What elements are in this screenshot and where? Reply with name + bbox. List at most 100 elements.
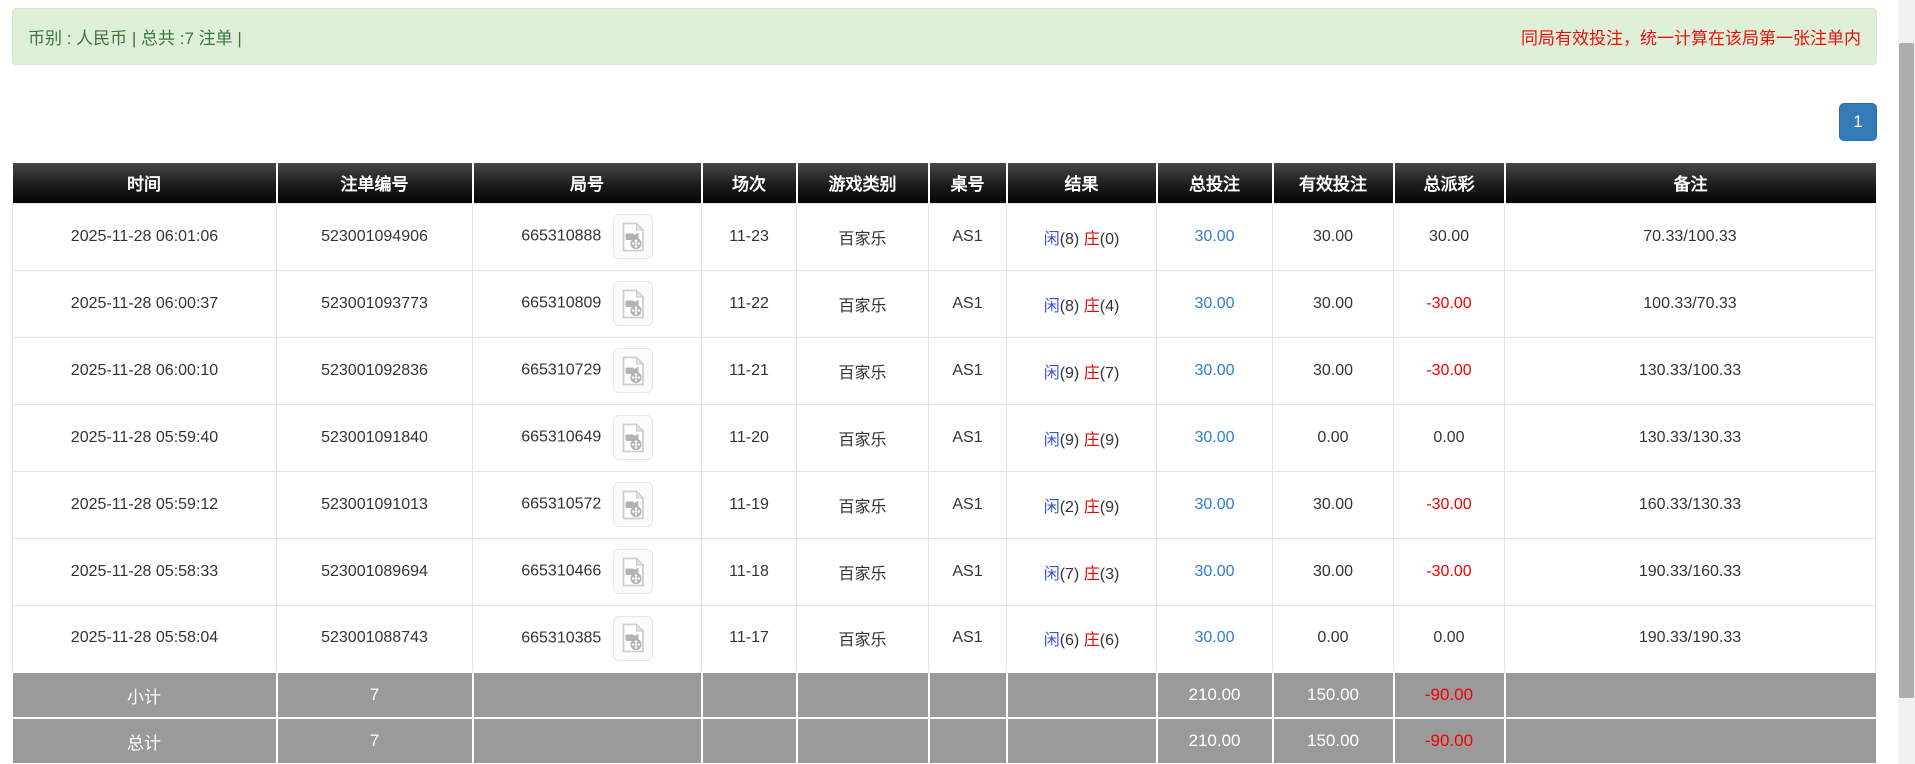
- pagination: 1: [12, 103, 1877, 143]
- cell-total-bet[interactable]: 30.00: [1157, 471, 1273, 538]
- header-total-bet: 总投注: [1157, 163, 1273, 203]
- total-payout: -90.00: [1394, 718, 1505, 764]
- subtotal-payout: -90.00: [1394, 672, 1505, 718]
- video-file-icon: [620, 490, 646, 520]
- banker-label: 庄: [1084, 499, 1100, 516]
- cell-valid-bet: 30.00: [1273, 203, 1394, 270]
- page-1-button[interactable]: 1: [1839, 103, 1877, 141]
- cell-bet-id: 523001091013: [277, 471, 473, 538]
- player-label: 闲: [1044, 632, 1060, 649]
- main-content: 币别 : 人民币 | 总共 :7 注单 | 同局有效投注，统一计算在该局第一张注…: [12, 0, 1877, 764]
- banker-score: (0): [1100, 231, 1120, 248]
- table-row: 2025-11-28 06:00:10 523001092836 6653107…: [13, 337, 1876, 404]
- video-replay-button[interactable]: [613, 482, 653, 527]
- cell-bet-id: 523001089694: [277, 538, 473, 605]
- header-table-no: 桌号: [929, 163, 1007, 203]
- cell-total-bet[interactable]: 30.00: [1157, 337, 1273, 404]
- page-scrollbar-thumb[interactable]: [1899, 43, 1914, 698]
- cell-remark: 130.33/100.33: [1505, 337, 1876, 404]
- cell-bet-id: 523001091840: [277, 404, 473, 471]
- cell-time: 2025-11-28 06:00:37: [13, 270, 277, 337]
- cell-payout: -30.00: [1394, 337, 1505, 404]
- cell-table-no: AS1: [929, 605, 1007, 672]
- cell-time: 2025-11-28 06:00:10: [13, 337, 277, 404]
- total-empty-cell: [1007, 718, 1157, 764]
- video-file-icon: [620, 423, 646, 453]
- subtotal-empty-cell: [473, 672, 702, 718]
- subtotal-empty-cell: [929, 672, 1007, 718]
- cell-remark: 100.33/70.33: [1505, 270, 1876, 337]
- banker-label: 庄: [1084, 298, 1100, 315]
- banker-score: (9): [1100, 432, 1120, 449]
- cell-game-type: 百家乐: [797, 538, 929, 605]
- video-replay-button[interactable]: [613, 415, 653, 460]
- video-file-icon: [620, 557, 646, 587]
- subtotal-remark: [1505, 672, 1876, 718]
- cell-result: 闲(7) 庄(3): [1007, 538, 1157, 605]
- cell-result: 闲(8) 庄(0): [1007, 203, 1157, 270]
- cell-round-id: 665310888: [473, 203, 702, 270]
- subtotal-count: 7: [277, 672, 473, 718]
- page-scrollbar-track[interactable]: [1898, 0, 1915, 764]
- subtotal-empty-cell: [797, 672, 929, 718]
- cell-total-bet[interactable]: 30.00: [1157, 404, 1273, 471]
- table-row: 2025-11-28 05:58:33 523001089694 6653104…: [13, 538, 1876, 605]
- banker-label: 庄: [1084, 632, 1100, 649]
- cell-total-bet[interactable]: 30.00: [1157, 270, 1273, 337]
- summary-bar: 币别 : 人民币 | 总共 :7 注单 | 同局有效投注，统一计算在该局第一张注…: [12, 8, 1877, 65]
- header-time: 时间: [13, 163, 277, 203]
- cell-session: 11-18: [702, 538, 797, 605]
- player-score: (2): [1060, 499, 1080, 516]
- cell-valid-bet: 30.00: [1273, 337, 1394, 404]
- cell-payout: -30.00: [1394, 270, 1505, 337]
- video-replay-button[interactable]: [613, 549, 653, 594]
- cell-session: 11-22: [702, 270, 797, 337]
- player-score: (8): [1060, 298, 1080, 315]
- banker-label: 庄: [1084, 365, 1100, 382]
- video-replay-button[interactable]: [613, 281, 653, 326]
- cell-bet-id: 523001088743: [277, 605, 473, 672]
- video-replay-button[interactable]: [613, 616, 653, 661]
- cell-result: 闲(8) 庄(4): [1007, 270, 1157, 337]
- total-label: 总计: [13, 718, 277, 764]
- cell-time: 2025-11-28 05:58:04: [13, 605, 277, 672]
- total-valid-bet: 150.00: [1273, 718, 1394, 764]
- round-number: 665310888: [521, 228, 601, 245]
- cell-result: 闲(9) 庄(9): [1007, 404, 1157, 471]
- cell-session: 11-19: [702, 471, 797, 538]
- cell-time: 2025-11-28 05:59:12: [13, 471, 277, 538]
- video-file-icon: [620, 222, 646, 252]
- cell-payout: 0.00: [1394, 404, 1505, 471]
- subtotal-row: 小计 7 210.00 150.00 -90.00: [13, 672, 1876, 718]
- banker-score: (3): [1100, 566, 1120, 583]
- round-number: 665310466: [521, 563, 601, 580]
- cell-game-type: 百家乐: [797, 404, 929, 471]
- player-label: 闲: [1044, 298, 1060, 315]
- cell-remark: 190.33/190.33: [1505, 605, 1876, 672]
- cell-game-type: 百家乐: [797, 605, 929, 672]
- cell-valid-bet: 30.00: [1273, 471, 1394, 538]
- banker-score: (9): [1100, 499, 1120, 516]
- total-total-bet: 210.00: [1157, 718, 1273, 764]
- cell-time: 2025-11-28 06:01:06: [13, 203, 277, 270]
- total-empty-cell: [702, 718, 797, 764]
- table-row: 2025-11-28 05:59:40 523001091840 6653106…: [13, 404, 1876, 471]
- video-replay-button[interactable]: [613, 214, 653, 259]
- total-empty-cell: [473, 718, 702, 764]
- subtotal-label: 小计: [13, 672, 277, 718]
- cell-remark: 130.33/130.33: [1505, 404, 1876, 471]
- cell-total-bet[interactable]: 30.00: [1157, 538, 1273, 605]
- cell-table-no: AS1: [929, 203, 1007, 270]
- video-replay-button[interactable]: [613, 348, 653, 393]
- cell-total-bet[interactable]: 30.00: [1157, 203, 1273, 270]
- cell-payout: -30.00: [1394, 538, 1505, 605]
- cell-remark: 190.33/160.33: [1505, 538, 1876, 605]
- header-remark: 备注: [1505, 163, 1876, 203]
- cell-total-bet[interactable]: 30.00: [1157, 605, 1273, 672]
- round-number: 665310572: [521, 496, 601, 513]
- table-row: 2025-11-28 05:58:04 523001088743 6653103…: [13, 605, 1876, 672]
- video-file-icon: [620, 623, 646, 653]
- cell-round-id: 665310466: [473, 538, 702, 605]
- header-session: 场次: [702, 163, 797, 203]
- cell-game-type: 百家乐: [797, 471, 929, 538]
